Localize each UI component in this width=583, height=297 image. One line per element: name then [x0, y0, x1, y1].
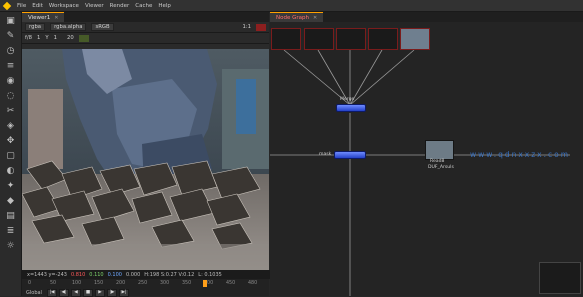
pixel-info-bar: x=1443 y=-243 0.810 0.110 0.100 0.000 H:… — [22, 270, 274, 279]
filter-icon[interactable]: ◌ — [5, 90, 17, 102]
play-button[interactable]: ▶ — [94, 288, 105, 297]
menu-render[interactable]: Render — [107, 3, 133, 9]
zoom-value[interactable]: 20 — [67, 35, 74, 41]
viewer-controls: rgba rgba.alpha sRGB 1:1 — [22, 22, 269, 33]
node-graph-panel[interactable]: Node Graph ✕ Merge mask www.qdnxxzx.com … — [270, 12, 583, 296]
deep-icon[interactable]: ✦ — [5, 180, 17, 192]
toolsets-icon[interactable]: ▤ — [5, 210, 17, 222]
read-node-thumbnail[interactable] — [400, 28, 430, 50]
merge-icon[interactable]: ◈ — [5, 120, 17, 132]
other-icon[interactable]: ≣ — [5, 225, 17, 237]
pixel-g: 0.110 — [89, 271, 104, 278]
paint-icon[interactable]: ✎ — [5, 30, 17, 42]
pixel-b: 0.100 — [107, 271, 122, 278]
gain-label: f/8 — [25, 35, 33, 41]
play-back-button[interactable]: ◀ — [70, 288, 81, 297]
view-dropdown[interactable]: sRGB — [91, 23, 114, 31]
menu-workspace[interactable]: Workspace — [46, 3, 82, 9]
menu-edit[interactable]: Edit — [29, 3, 46, 9]
pixel-r: 0.810 — [70, 271, 86, 278]
timeline[interactable]: 0 50 100 150 200 250 300 350 400 450 480… — [22, 279, 269, 297]
merge-node[interactable] — [336, 104, 366, 112]
watermark-text: www.qdnxxzx.com — [470, 150, 571, 159]
transform-icon[interactable]: ✥ — [5, 135, 17, 147]
tick-label: 350 — [182, 281, 192, 286]
menu-cache[interactable]: Cache — [132, 3, 155, 9]
read-node-thumbnail[interactable] — [368, 28, 398, 50]
tick-label: 300 — [160, 281, 170, 286]
pixel-luma: L: 0.1035 — [198, 271, 222, 278]
next-key-button[interactable]: |▶ — [106, 288, 117, 297]
menu-viewer[interactable]: Viewer — [82, 3, 107, 9]
channel-dropdown[interactable]: rgba.alpha — [50, 23, 87, 31]
frame-ratio[interactable]: 1:1 — [242, 24, 251, 30]
menu-bar: File Edit Workspace Viewer Render Cache … — [0, 0, 583, 12]
read-node-thumbnail[interactable] — [304, 28, 334, 50]
stop-button[interactable]: ■ — [82, 288, 93, 297]
gamma-label: Y — [45, 35, 49, 41]
tick-label: 50 — [50, 281, 57, 286]
tick-label: 250 — [138, 281, 148, 286]
color-icon[interactable]: ◉ — [5, 75, 17, 87]
gain-value[interactable]: 1 — [37, 35, 40, 41]
tick-label: 450 — [226, 281, 236, 286]
timeline-ruler[interactable]: 0 50 100 150 200 250 300 350 400 450 480 — [28, 280, 263, 288]
tick-label: 200 — [116, 281, 126, 286]
menu-help[interactable]: Help — [155, 3, 174, 9]
prev-key-button[interactable]: ◀| — [58, 288, 69, 297]
viewer-panel: Viewer1 ✕ rgba rgba.alpha sRGB 1:1 f/8 1… — [22, 12, 274, 297]
tick-label: 0 — [28, 281, 32, 286]
metadata-icon[interactable]: ◆ — [5, 195, 17, 207]
pixel-coords: x=1443 y=-243 — [27, 271, 67, 278]
read-node-thumbnail[interactable] — [336, 28, 366, 50]
3d-icon[interactable]: ▢ — [5, 150, 17, 162]
read-node-thumbnail[interactable] — [271, 28, 301, 50]
last-frame-button[interactable]: ▶| — [118, 288, 129, 297]
global-label[interactable]: Global — [26, 290, 42, 296]
views-icon[interactable]: ◐ — [5, 165, 17, 177]
mask-input-label: mask — [319, 152, 332, 157]
pixel-a: 0.000 — [125, 271, 141, 278]
menu-file[interactable]: File — [14, 3, 29, 9]
tick-label: 150 — [94, 281, 104, 286]
read8-node[interactable] — [425, 140, 454, 160]
node-graph-navigator[interactable] — [539, 262, 581, 294]
time-icon[interactable]: ◷ — [5, 45, 17, 57]
furnace-icon[interactable]: ☼ — [5, 240, 17, 252]
channel-icon[interactable]: ≡ — [5, 60, 17, 72]
close-icon[interactable]: ✕ — [54, 15, 58, 21]
first-frame-button[interactable]: |◀ — [46, 288, 57, 297]
read8-node-sublabel: DUF_Arsuls — [428, 165, 454, 170]
viewer-tab-bar: Viewer1 ✕ — [22, 12, 269, 22]
app-logo-icon — [0, 0, 14, 11]
transport-controls: Global |◀ ◀| ◀ ■ ▶ |▶ ▶| — [26, 288, 129, 297]
roi-icon[interactable] — [78, 34, 89, 42]
tab-viewer1[interactable]: Viewer1 ✕ — [22, 12, 65, 22]
tick-label: 100 — [72, 281, 82, 286]
record-icon[interactable] — [256, 23, 266, 31]
tool-sidebar: ▣ ✎ ◷ ≡ ◉ ◌ ✂ ◈ ✥ ▢ ◐ ✦ ◆ ▤ ≣ ☼ — [0, 12, 22, 296]
image-icon[interactable]: ▣ — [5, 15, 17, 27]
viewer-controls-2: f/8 1 Y 1 20 — [22, 33, 269, 44]
tick-label: 480 — [248, 281, 258, 286]
viewer-image[interactable] — [22, 49, 269, 270]
gamma-value[interactable]: 1 — [54, 35, 57, 41]
layer-dropdown[interactable]: rgba — [25, 23, 46, 31]
mask-merge-node[interactable] — [334, 151, 366, 159]
read8-node-label: Read8 — [430, 159, 445, 164]
merge-node-label: Merge — [340, 97, 355, 102]
playhead[interactable] — [203, 280, 207, 287]
keyer-icon[interactable]: ✂ — [5, 105, 17, 117]
pixel-hsv: H:198 S:0.27 V:0.12 — [144, 271, 195, 278]
viewer-tab-label: Viewer1 — [28, 14, 51, 21]
